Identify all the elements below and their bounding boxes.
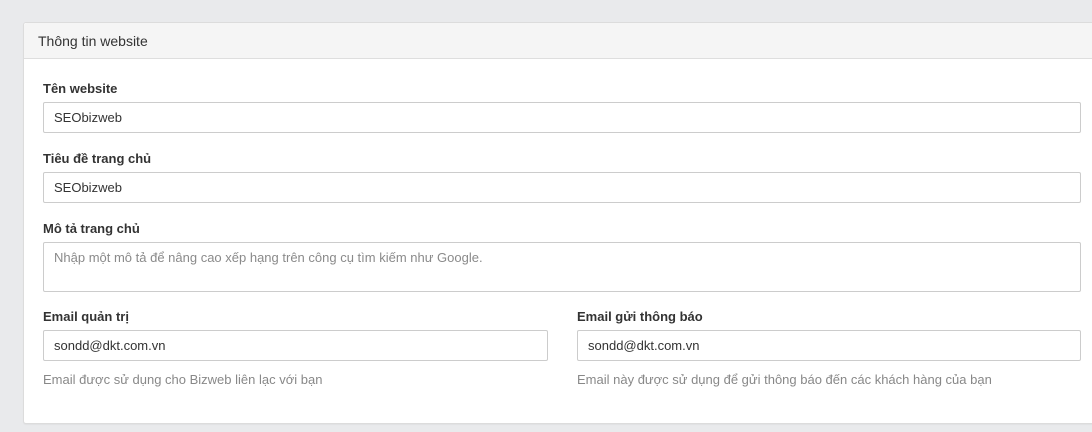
admin-email-input[interactable] (43, 330, 548, 361)
panel-title: Thông tin website (38, 32, 148, 49)
home-title-input[interactable] (43, 172, 1081, 203)
admin-email-help: Email được sử dụng cho Bizweb liên lạc v… (43, 372, 323, 387)
notify-email-input[interactable] (577, 330, 1081, 361)
home-description-textarea[interactable] (43, 242, 1081, 292)
home-description-label: Mô tả trang chủ (43, 221, 140, 236)
site-name-input[interactable] (43, 102, 1081, 133)
home-title-label: Tiêu đề trang chủ (43, 151, 152, 166)
panel-header: Thông tin website (24, 23, 1092, 59)
site-name-label: Tên website (43, 81, 118, 96)
notify-email-label: Email gửi thông báo (577, 309, 703, 324)
notify-email-help: Email này được sử dụng để gửi thông báo … (577, 372, 992, 387)
website-info-panel: Thông tin website Tên website Tiêu đề tr… (23, 22, 1092, 424)
admin-email-label: Email quản trị (43, 309, 129, 324)
